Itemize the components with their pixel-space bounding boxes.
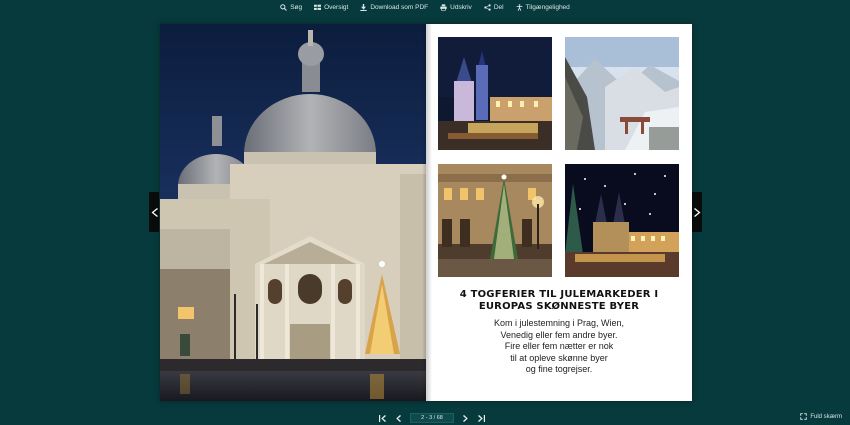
download-pdf-label: Download som PDF xyxy=(370,3,429,11)
left-page-venice-photo xyxy=(160,24,426,401)
accessibility-label: Tilgængelighed xyxy=(525,3,570,11)
fullscreen-button[interactable]: Fuld skærm xyxy=(800,413,842,420)
next-page-button[interactable] xyxy=(460,413,470,423)
photo-alpine-railway xyxy=(565,37,679,150)
photo-prague-market xyxy=(565,164,679,277)
first-page-button[interactable] xyxy=(378,413,388,423)
body-line: Venedig eller fem andre byer. xyxy=(500,329,618,340)
print-label: Udskriv xyxy=(450,3,472,11)
article-body: Kom i julestemning i Prag, Wien, Venedig… xyxy=(426,318,692,376)
fullscreen-icon xyxy=(800,413,808,420)
chevron-left-icon xyxy=(151,207,158,217)
next-page-arrow[interactable] xyxy=(692,192,702,232)
chevron-right-icon xyxy=(693,207,700,217)
download-pdf-button[interactable]: Download som PDF xyxy=(360,3,429,11)
article-headline: 4 TOGFERIER TIL JULEMARKEDER I EUROPAS S… xyxy=(426,289,692,313)
search-label: Søg xyxy=(290,3,303,11)
accessibility-icon xyxy=(516,3,522,11)
search-button[interactable]: Søg xyxy=(280,4,302,11)
right-page: 4 TOGFERIER TIL JULEMARKEDER I EUROPAS S… xyxy=(426,24,692,401)
chevron-right-icon xyxy=(463,414,468,422)
page-indicator[interactable]: 2 - 3 / 68 xyxy=(410,413,454,423)
body-line: Fire eller fem nætter er nok xyxy=(504,341,614,351)
top-toolbar: Søg Oversigt Download som PDF Udskriv De… xyxy=(0,0,850,14)
printer-icon xyxy=(440,3,447,11)
photo-vienna-square xyxy=(438,37,552,150)
grid-icon xyxy=(314,4,322,10)
search-icon xyxy=(280,3,288,11)
last-page-icon xyxy=(478,414,485,422)
share-button[interactable]: Del xyxy=(484,4,504,11)
first-page-icon xyxy=(379,414,386,422)
magazine-spread: 4 TOGFERIER TIL JULEMARKEDER I EUROPAS S… xyxy=(160,24,692,401)
share-label: Del xyxy=(493,3,504,11)
page-navigation: 2 - 3 / 68 xyxy=(378,412,486,424)
body-line: til at opleve skønne byer xyxy=(510,352,608,363)
photo-venice-square-tree xyxy=(438,164,552,277)
prev-page-button[interactable] xyxy=(394,413,404,423)
body-line: og fine togrejser. xyxy=(525,364,593,374)
headline-line-1: 4 TOGFERIER TIL JULEMARKEDER I xyxy=(459,289,659,300)
overview-button[interactable]: Oversigt xyxy=(314,4,348,11)
fullscreen-label: Fuld skærm xyxy=(810,413,842,420)
last-page-button[interactable] xyxy=(476,413,486,423)
venice-basilica-image xyxy=(160,24,426,401)
body-line: Kom i julestemning i Prag, Wien, xyxy=(493,318,625,328)
print-button[interactable]: Udskriv xyxy=(440,4,472,11)
overview-label: Oversigt xyxy=(324,3,349,11)
accessibility-button[interactable]: Tilgængelighed xyxy=(516,4,570,11)
download-icon xyxy=(360,3,367,11)
share-icon xyxy=(484,3,491,11)
headline-line-2: EUROPAS SKØNNESTE BYER xyxy=(478,301,640,312)
chevron-left-icon xyxy=(396,414,401,422)
previous-page-arrow[interactable] xyxy=(149,192,159,232)
